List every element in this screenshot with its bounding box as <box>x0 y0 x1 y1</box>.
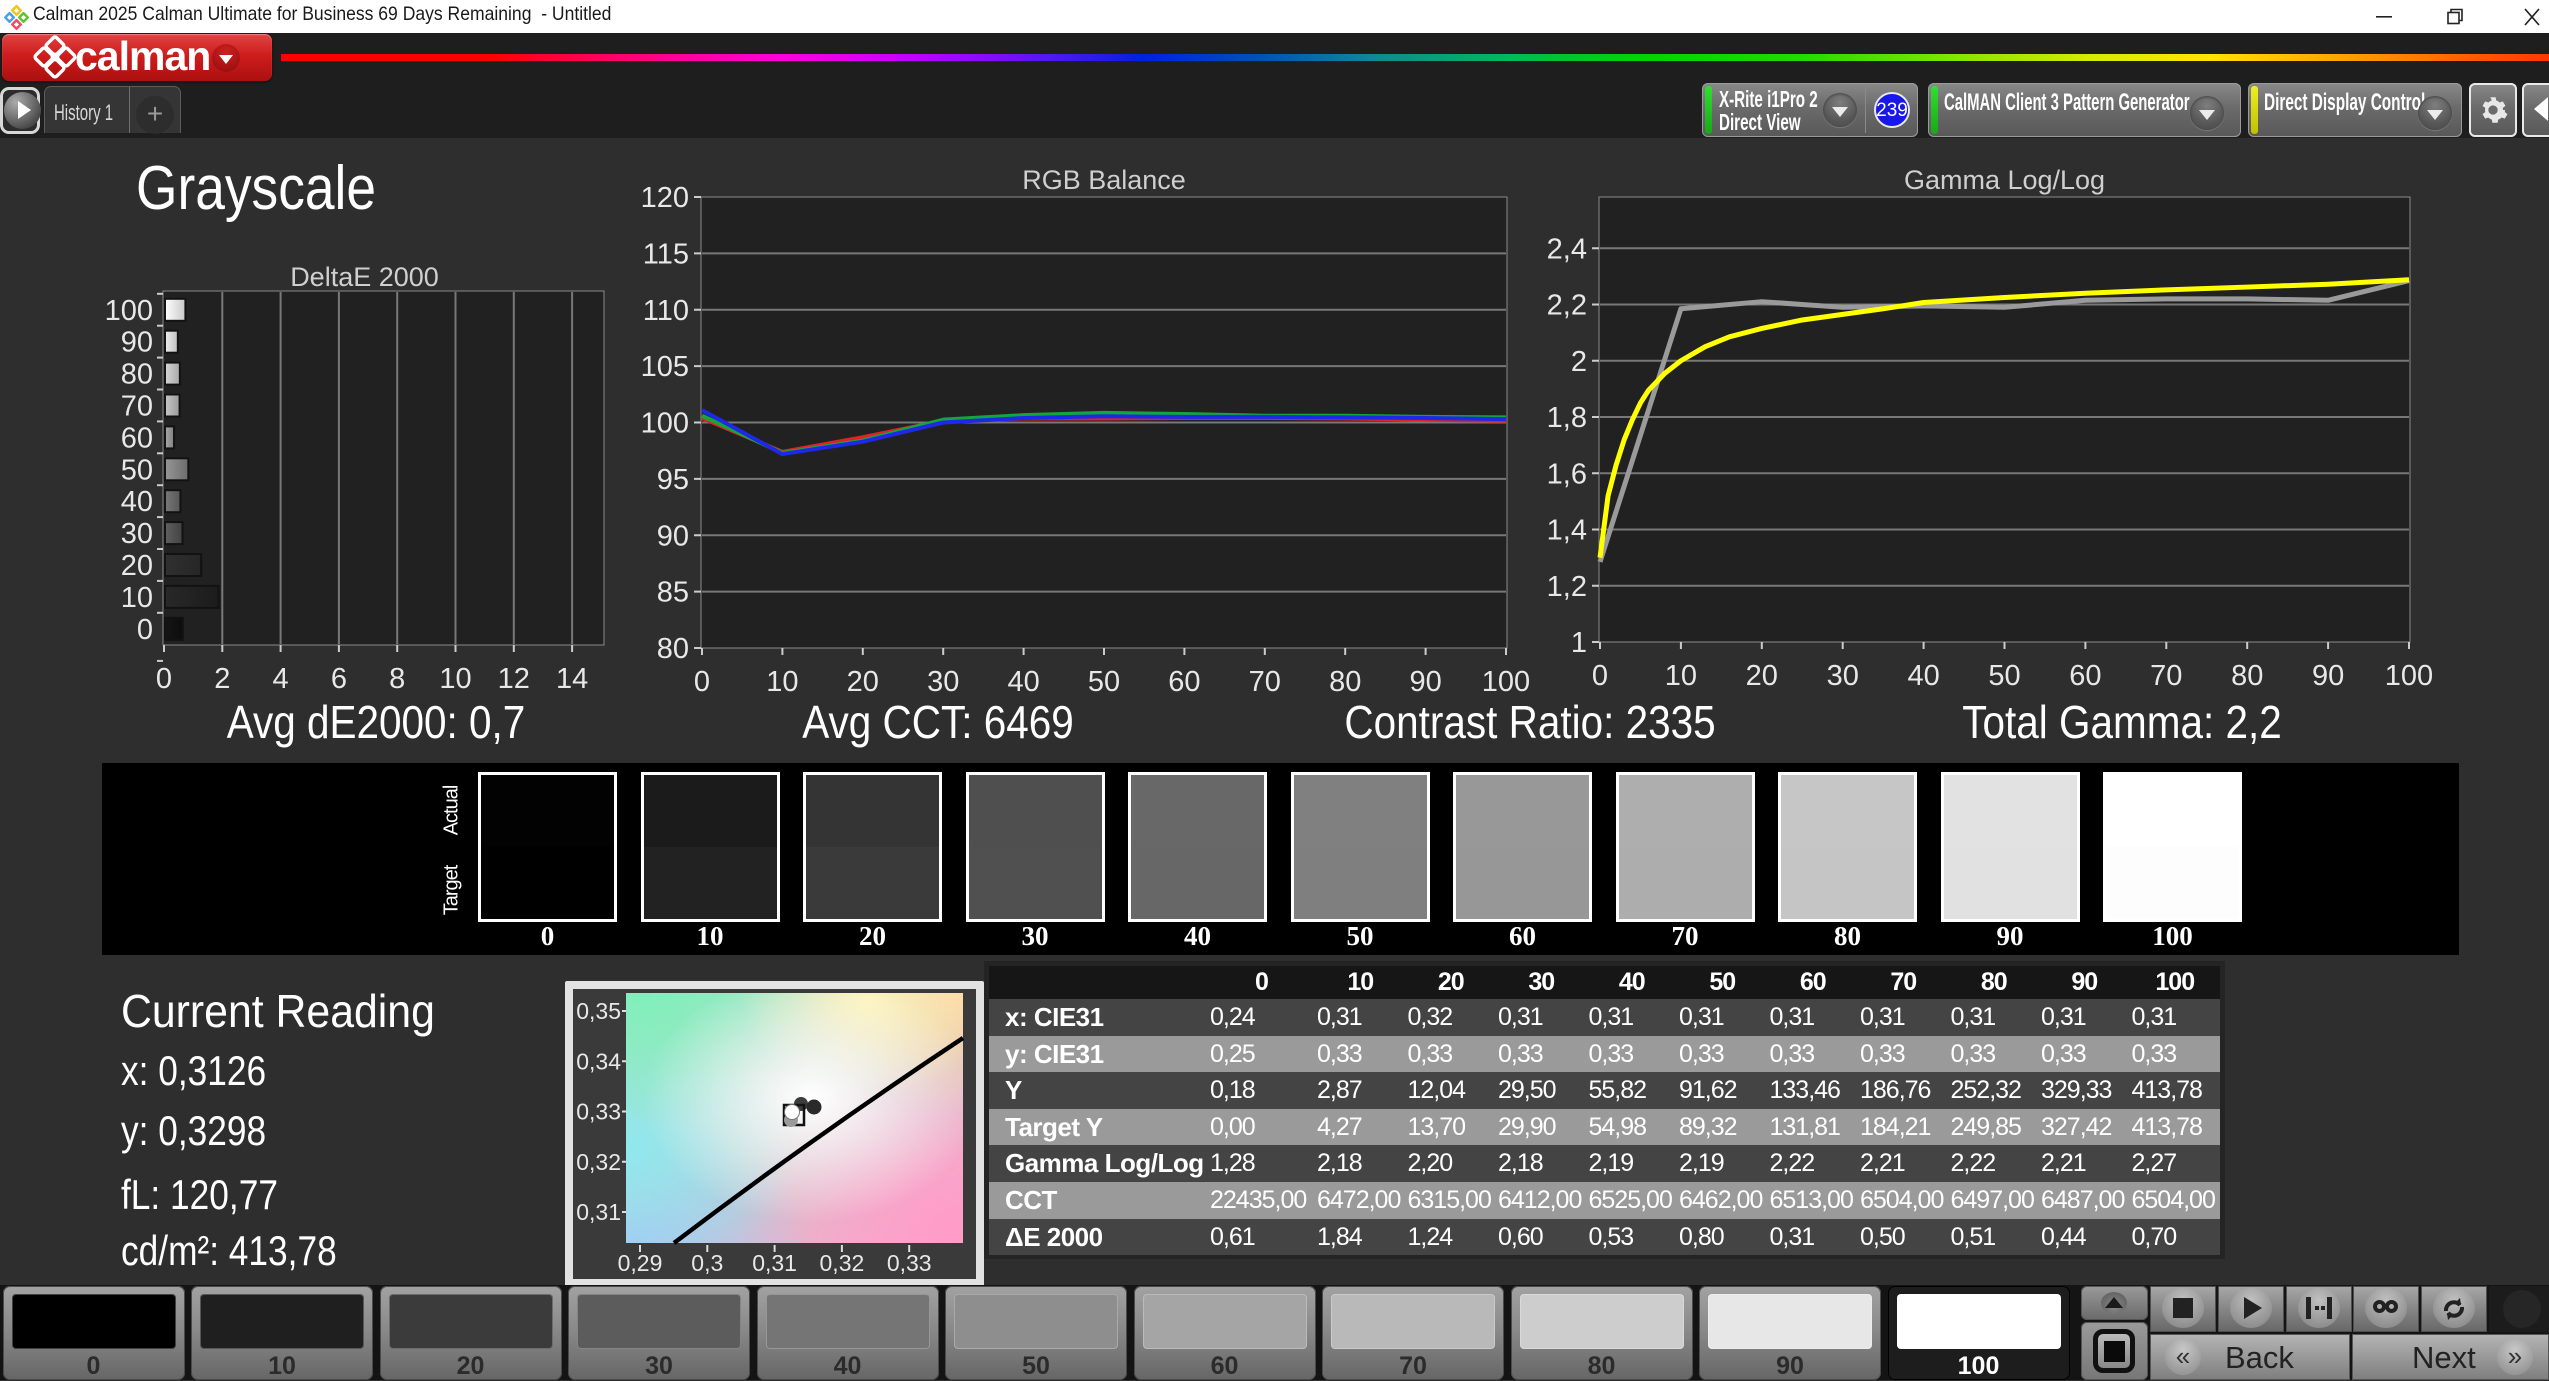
svg-text:8: 8 <box>389 663 405 695</box>
svg-text:40: 40 <box>121 486 153 518</box>
svg-text:70: 70 <box>1249 666 1281 698</box>
svg-text:0,33: 0,33 <box>887 1250 932 1276</box>
svg-text:10: 10 <box>1665 660 1697 692</box>
svg-text:50: 50 <box>121 454 153 486</box>
svg-text:100: 100 <box>105 295 153 327</box>
svg-text:95: 95 <box>657 464 689 496</box>
svg-text:0,29: 0,29 <box>618 1250 663 1276</box>
svg-text:6: 6 <box>331 663 347 695</box>
svg-text:80: 80 <box>121 359 153 391</box>
svg-text:2,4: 2,4 <box>1547 233 1587 265</box>
svg-text:Gamma Log/Log: Gamma Log/Log <box>1904 165 2105 195</box>
svg-text:105: 105 <box>641 351 689 383</box>
svg-text:0,31: 0,31 <box>576 1199 621 1225</box>
svg-text:0,3: 0,3 <box>691 1250 723 1276</box>
svg-text:70: 70 <box>121 391 153 423</box>
svg-text:1,4: 1,4 <box>1547 515 1587 547</box>
svg-text:90: 90 <box>657 520 689 552</box>
svg-text:1,6: 1,6 <box>1547 458 1587 490</box>
svg-text:30: 30 <box>927 666 959 698</box>
svg-text:0: 0 <box>694 666 710 698</box>
svg-text:0,34: 0,34 <box>576 1048 621 1074</box>
svg-text:60: 60 <box>1168 666 1200 698</box>
svg-text:100: 100 <box>641 408 689 440</box>
svg-text:1,8: 1,8 <box>1547 402 1587 434</box>
svg-text:0,32: 0,32 <box>820 1250 865 1276</box>
svg-text:2: 2 <box>214 663 230 695</box>
svg-text:85: 85 <box>657 577 689 609</box>
svg-text:50: 50 <box>1088 666 1120 698</box>
svg-text:80: 80 <box>1329 666 1361 698</box>
svg-text:40: 40 <box>1907 660 1939 692</box>
svg-text:20: 20 <box>1746 660 1778 692</box>
svg-text:50: 50 <box>1988 660 2020 692</box>
svg-text:80: 80 <box>2231 660 2263 692</box>
svg-text:20: 20 <box>121 550 153 582</box>
svg-text:60: 60 <box>2069 660 2101 692</box>
svg-text:90: 90 <box>121 327 153 359</box>
svg-text:0: 0 <box>1592 660 1608 692</box>
svg-text:100: 100 <box>1482 666 1530 698</box>
svg-text:90: 90 <box>1409 666 1441 698</box>
svg-text:DeltaE 2000: DeltaE 2000 <box>290 262 439 292</box>
svg-text:60: 60 <box>121 422 153 454</box>
svg-text:0,33: 0,33 <box>576 1099 621 1125</box>
svg-text:100: 100 <box>2385 660 2433 692</box>
svg-text:10: 10 <box>439 663 471 695</box>
svg-text:1: 1 <box>1571 627 1587 659</box>
svg-text:RGB Balance: RGB Balance <box>1022 165 1186 195</box>
svg-text:2,2: 2,2 <box>1547 290 1587 322</box>
svg-text:0,31: 0,31 <box>752 1250 797 1276</box>
svg-text:0: 0 <box>137 614 153 646</box>
svg-text:2: 2 <box>1571 346 1587 378</box>
svg-text:0,35: 0,35 <box>576 998 621 1024</box>
svg-text:14: 14 <box>556 663 588 695</box>
svg-text:12: 12 <box>498 663 530 695</box>
svg-text:0,32: 0,32 <box>576 1149 621 1175</box>
svg-text:30: 30 <box>121 518 153 550</box>
svg-text:30: 30 <box>1827 660 1859 692</box>
svg-text:10: 10 <box>121 582 153 614</box>
svg-text:10: 10 <box>766 666 798 698</box>
svg-text:70: 70 <box>2150 660 2182 692</box>
svg-text:0: 0 <box>156 663 172 695</box>
svg-text:20: 20 <box>847 666 879 698</box>
svg-text:1,2: 1,2 <box>1547 571 1587 603</box>
svg-text:120: 120 <box>641 182 689 214</box>
svg-text:40: 40 <box>1007 666 1039 698</box>
svg-text:110: 110 <box>643 295 689 327</box>
svg-text:80: 80 <box>657 633 689 665</box>
svg-text:90: 90 <box>2312 660 2344 692</box>
svg-text:4: 4 <box>273 663 289 695</box>
svg-text:115: 115 <box>643 238 689 270</box>
